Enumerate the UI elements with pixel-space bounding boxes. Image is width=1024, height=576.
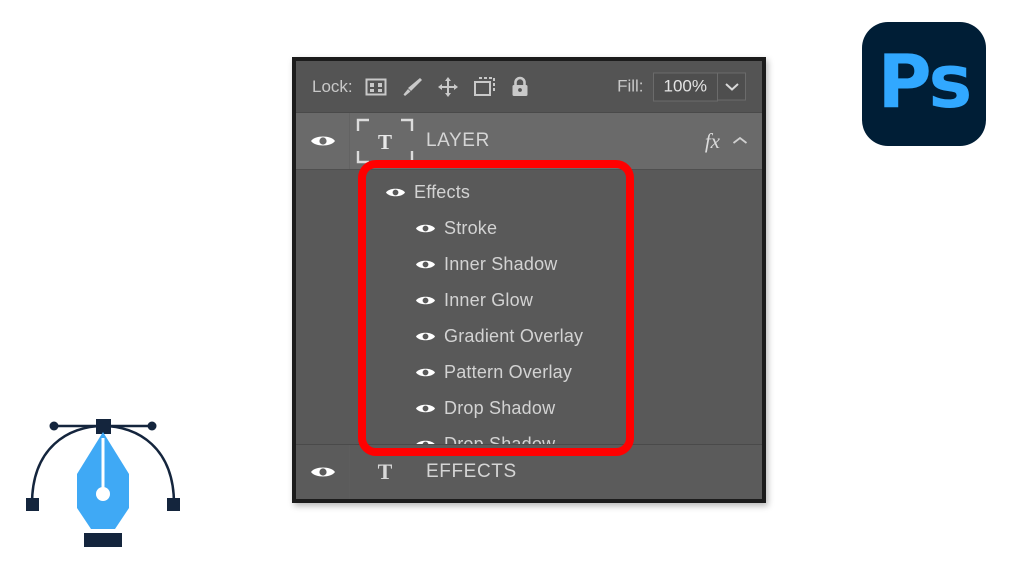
text-layer-thumbnail[interactable]: T (350, 118, 420, 164)
effect-row-stroke[interactable]: Stroke (296, 210, 762, 246)
artboard-nesting-icon[interactable] (473, 76, 495, 98)
layer-visibility-toggle[interactable] (296, 113, 350, 169)
effects-group-label: Effects (414, 181, 471, 202)
fill-label: Fill: (617, 76, 644, 96)
lock-options-row: Lock: Fill: 100% (296, 61, 762, 113)
effect-visibility-toggle[interactable] (414, 258, 436, 271)
effect-name-label: Drop Shadow (444, 397, 556, 418)
effect-visibility-toggle[interactable] (414, 366, 436, 379)
layer-row-selected[interactable]: T LAYER fx (296, 113, 762, 170)
effects-visibility-toggle[interactable] (384, 186, 406, 199)
effects-group-header-row[interactable]: Effects (296, 174, 762, 210)
effect-name-label: Stroke (444, 217, 498, 238)
transparent-pixels-icon[interactable] (365, 76, 387, 98)
effect-name-label: Gradient Overlay (444, 325, 584, 346)
lock-all-icon[interactable] (509, 76, 531, 98)
effect-row-drop-shadow-1[interactable]: Drop Shadow (296, 390, 762, 426)
fx-badge-icon[interactable]: fx (705, 129, 720, 154)
chevron-down-icon[interactable] (718, 72, 746, 101)
effect-row-pattern-overlay[interactable]: Pattern Overlay (296, 354, 762, 390)
effect-row-gradient-overlay[interactable]: Gradient Overlay (296, 318, 762, 354)
pen-tool-illustration (18, 412, 188, 557)
photoshop-app-logo: Ps (862, 22, 986, 146)
effect-row-inner-glow[interactable]: Inner Glow (296, 282, 762, 318)
svg-text:T: T (378, 130, 392, 154)
layer-name-label: LAYER (426, 130, 490, 151)
position-move-icon[interactable] (437, 76, 459, 98)
effect-visibility-toggle[interactable] (414, 222, 436, 235)
effect-name-label: Inner Shadow (444, 253, 558, 274)
text-layer-thumbnail[interactable]: T (350, 459, 420, 485)
effect-name-label: Pattern Overlay (444, 361, 573, 382)
layer-name-label: EFFECTS (426, 461, 517, 482)
lock-label: Lock: (312, 76, 353, 96)
effect-visibility-toggle[interactable] (414, 294, 436, 307)
chevron-up-icon[interactable] (732, 132, 748, 150)
layers-panel: Lock: Fill: 100% T LAYER fx Effects Stro… (292, 57, 766, 503)
fill-value-input[interactable]: 100% (652, 72, 718, 101)
effect-visibility-toggle[interactable] (414, 330, 436, 343)
effect-visibility-toggle[interactable] (414, 402, 436, 415)
lock-icon-group (365, 76, 531, 98)
layer-visibility-toggle[interactable] (296, 445, 350, 499)
fill-opacity-control: Fill: 100% (617, 72, 746, 101)
effect-row-inner-shadow[interactable]: Inner Shadow (296, 246, 762, 282)
effects-group-list: Effects Stroke Inner Shadow Inner Glow G… (296, 170, 762, 462)
image-pixels-brush-icon[interactable] (401, 76, 423, 98)
photoshop-logo-text: Ps (877, 39, 973, 125)
effect-name-label: Inner Glow (444, 289, 534, 310)
layer-fx-controls: fx (705, 129, 762, 154)
layer-row-effects[interactable]: T EFFECTS (296, 444, 762, 499)
